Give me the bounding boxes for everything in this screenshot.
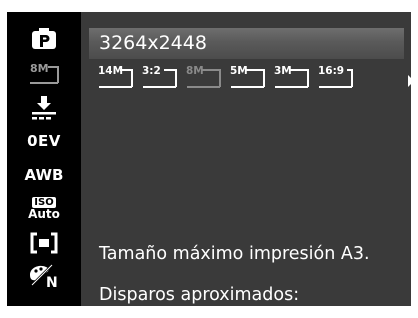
arrow-right-icon[interactable] bbox=[407, 75, 411, 87]
exposure-item[interactable]: 0EV bbox=[7, 124, 81, 158]
image-size-item[interactable]: 8M bbox=[7, 56, 81, 90]
camera-screen: 8M 0EV AWB ISO Auto N 3264x2448 14M 3:2 … bbox=[7, 12, 411, 306]
metering-icon bbox=[30, 232, 58, 254]
wb-label: AWB bbox=[24, 166, 64, 184]
print-size-info: Tamaño máximo impresión A3. bbox=[99, 244, 370, 264]
image-size-icon: 8M bbox=[26, 61, 62, 85]
metering-item[interactable] bbox=[7, 226, 81, 260]
approx-shots-info: Disparos aproximados: bbox=[99, 285, 300, 305]
quality-icon bbox=[32, 96, 56, 120]
shooting-mode-item[interactable] bbox=[7, 22, 81, 56]
size-option-14M[interactable]: 14M bbox=[96, 64, 136, 90]
iso-value: Auto bbox=[28, 207, 60, 221]
color-mode-label: N bbox=[46, 275, 58, 291]
size-option-label: 3:2 bbox=[142, 65, 161, 77]
iso-item[interactable]: ISO Auto bbox=[7, 192, 81, 226]
ev-label: 0EV bbox=[27, 132, 61, 150]
color-mode-icon: N bbox=[28, 263, 60, 291]
size-option-label: 14M bbox=[98, 65, 123, 77]
white-balance-item[interactable]: AWB bbox=[7, 158, 81, 192]
settings-sidebar: 8M 0EV AWB ISO Auto N bbox=[7, 12, 81, 306]
menu-panel: 3264x2448 14M 3:2 8M 5M 3M 16:9 Tamaño máximo… bbox=[81, 12, 411, 306]
size-option-5M[interactable]: 5M bbox=[228, 64, 268, 90]
p-mode-icon bbox=[32, 28, 56, 49]
size-option-8M[interactable]: 8M bbox=[184, 64, 224, 90]
resolution-title: 3264x2448 bbox=[89, 28, 404, 59]
color-mode-item[interactable]: N bbox=[7, 260, 81, 294]
quality-item[interactable] bbox=[7, 90, 81, 124]
size-option-16-9[interactable]: 16:9 bbox=[316, 64, 356, 90]
size-option-3M[interactable]: 3M bbox=[272, 64, 312, 90]
size-option-3-2[interactable]: 3:2 bbox=[140, 64, 180, 90]
size-options: 14M 3:2 8M 5M 3M 16:9 bbox=[96, 64, 411, 90]
size-option-label: 16:9 bbox=[318, 65, 344, 77]
